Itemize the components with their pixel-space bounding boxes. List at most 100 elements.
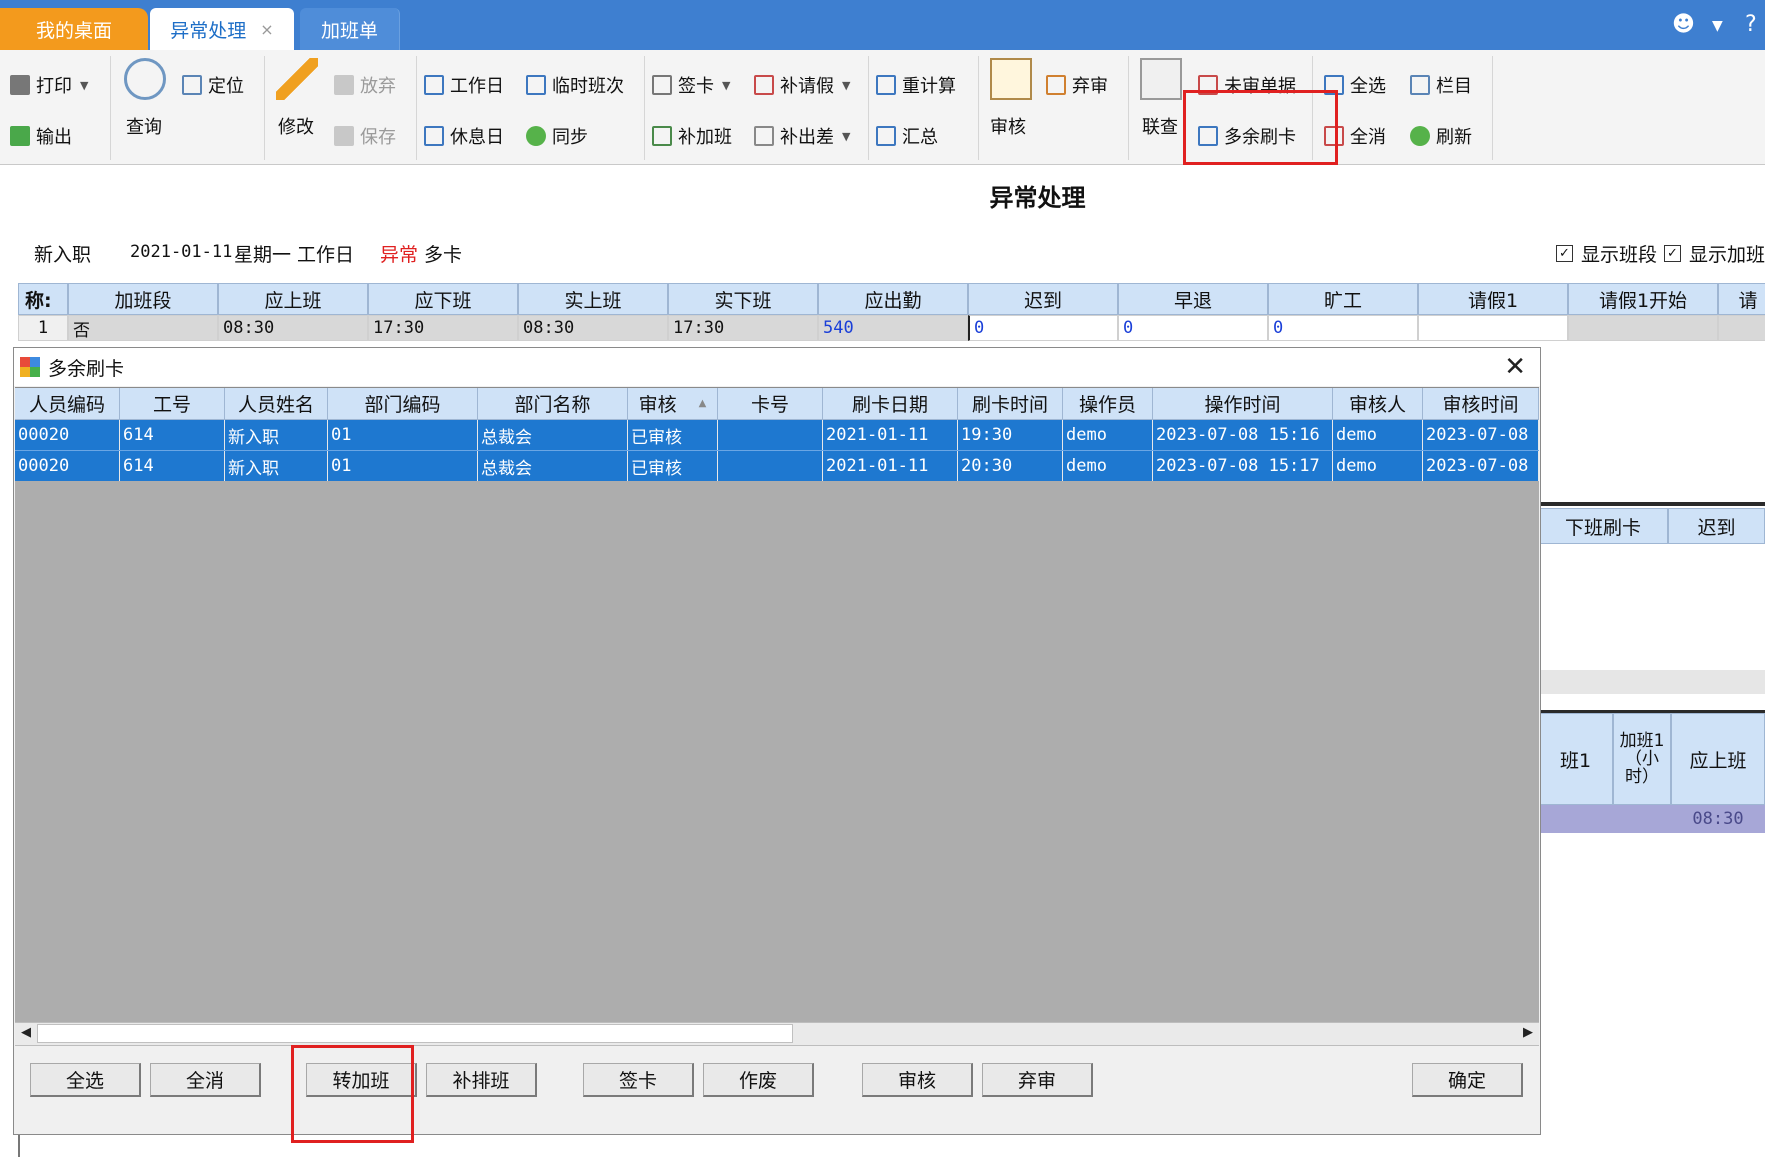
summary-button[interactable]: 汇总 <box>876 123 938 149</box>
column-header[interactable]: 卡号 <box>718 388 823 420</box>
column-header[interactable]: 刷卡时间 <box>958 388 1063 420</box>
grid-cell[interactable]: 0 <box>1268 315 1418 341</box>
column-header[interactable]: 操作时间 <box>1153 388 1333 420</box>
column-header[interactable]: 审核时间 <box>1423 388 1539 420</box>
refresh-button[interactable]: 刷新 <box>1410 123 1472 149</box>
add-trip-button[interactable]: 补出差 ▼ <box>754 123 850 149</box>
edit-button[interactable]: 修改 <box>278 113 314 139</box>
column-header[interactable]: 加班段 <box>68 283 218 315</box>
dialog-abandon-button[interactable]: 弃审 <box>982 1063 1093 1097</box>
show-overtime-checkbox[interactable]: ✓ 显示加班 <box>1664 240 1765 267</box>
sign-button[interactable]: 签卡 ▼ <box>652 72 730 98</box>
table-cell: 2023-07-08 15:1 <box>1423 420 1539 450</box>
dialog-review-button[interactable]: 审核 <box>862 1063 973 1097</box>
table-row[interactable]: 00020 614 新入职 01 总裁会 已审核 2021-01-11 20:3… <box>15 450 1539 481</box>
column-header[interactable]: 操作员 <box>1063 388 1153 420</box>
column-header[interactable]: 实下班 <box>668 283 818 315</box>
table-cell: 总裁会 <box>478 420 628 450</box>
print-button[interactable]: 打印 ▼ <box>10 72 88 98</box>
help-icon[interactable]: ? <box>1745 12 1757 37</box>
chevron-down-icon[interactable]: ▼ <box>722 79 730 92</box>
save-button[interactable]: 保存 <box>334 123 396 149</box>
table-row[interactable]: 00020 614 新入职 01 总裁会 已审核 2021-01-11 19:3… <box>15 420 1539 450</box>
horizontal-scrollbar[interactable]: ◀ ▶ <box>15 1022 1539 1046</box>
chevron-down-icon[interactable]: ▼ <box>1712 18 1723 34</box>
column-header[interactable]: 审核 ▲ <box>628 388 718 420</box>
scroll-left-icon[interactable]: ◀ <box>21 1025 31 1040</box>
column-header[interactable]: 早退 <box>1118 283 1268 315</box>
add-leave-button[interactable]: 补请假 ▼ <box>754 72 850 98</box>
dialog-select-all-button[interactable]: 全选 <box>30 1063 141 1097</box>
column-header[interactable]: 实上班 <box>518 283 668 315</box>
chevron-down-icon[interactable]: ▼ <box>842 130 850 143</box>
column-header[interactable]: 应出勤 <box>818 283 968 315</box>
query-label: 查询 <box>126 117 162 138</box>
discard-button[interactable]: 放弃 <box>334 72 396 98</box>
app-grid-icon <box>20 357 40 377</box>
review-button[interactable]: 审核 <box>990 113 1026 139</box>
scroll-right-icon[interactable]: ▶ <box>1523 1025 1533 1040</box>
add-overtime-button[interactable]: 补加班 <box>652 123 732 149</box>
grid-cell[interactable]: 0 <box>968 315 1118 341</box>
grid-cell[interactable]: 否 <box>68 315 218 341</box>
grid-cell[interactable]: 17:30 <box>668 315 818 341</box>
abandon-review-label: 弃审 <box>1072 76 1108 97</box>
tab-close-icon[interactable]: × <box>260 20 273 39</box>
grid-cell[interactable]: 17:30 <box>368 315 518 341</box>
toolbar-divider <box>978 56 979 160</box>
scrollbar-thumb[interactable] <box>37 1024 793 1043</box>
link-query-button[interactable]: 联查 <box>1142 113 1178 139</box>
smiley-icon[interactable]: ☻ <box>1672 12 1695 37</box>
columns-button[interactable]: 栏目 <box>1410 72 1472 98</box>
column-header[interactable]: 请假1 <box>1418 283 1568 315</box>
workday-button[interactable]: 工作日 <box>424 72 504 98</box>
grid-cell[interactable]: 08:30 <box>218 315 368 341</box>
show-shift-checkbox[interactable]: ✓ 显示班段 <box>1556 240 1657 267</box>
table-cell: 总裁会 <box>478 451 628 481</box>
column-header[interactable]: 人员编码 <box>15 388 120 420</box>
column-header[interactable]: 旷工 <box>1268 283 1418 315</box>
tab-abnormal[interactable]: 异常处理 × <box>150 8 294 50</box>
grid-cell[interactable]: 08:30 <box>518 315 668 341</box>
bg-column-header[interactable]: 加班1（小时） <box>1613 713 1671 805</box>
abandon-review-button[interactable]: 弃审 <box>1046 72 1108 98</box>
sync-button[interactable]: 同步 <box>526 123 588 149</box>
close-icon[interactable]: ✕ <box>1504 352 1526 382</box>
recalc-button[interactable]: 重计算 <box>876 72 956 98</box>
void-button[interactable]: 作废 <box>703 1063 814 1097</box>
grid-cell[interactable]: 0 <box>1118 315 1268 341</box>
bg-column-header[interactable]: 应上班 <box>1671 713 1765 805</box>
column-header[interactable]: 请 <box>1718 283 1765 315</box>
grid-cell[interactable]: 540 <box>818 315 968 341</box>
chevron-down-icon[interactable]: ▼ <box>842 79 850 92</box>
chevron-down-icon[interactable]: ▼ <box>80 79 88 92</box>
export-button[interactable]: 输出 <box>10 123 72 149</box>
column-header[interactable]: 部门编码 <box>328 388 478 420</box>
tab-desktop[interactable]: 我的桌面 <box>0 8 148 50</box>
column-header[interactable]: 部门名称 <box>478 388 628 420</box>
column-header[interactable]: 人员姓名 <box>225 388 328 420</box>
column-header[interactable]: 工号 <box>120 388 225 420</box>
column-header[interactable]: 刷卡日期 <box>823 388 958 420</box>
column-header[interactable]: 应上班 <box>218 283 368 315</box>
grid-cell[interactable] <box>1568 315 1718 341</box>
add-shift-button[interactable]: 补排班 <box>426 1063 537 1097</box>
review-label: 审核 <box>990 117 1026 138</box>
dialog-deselect-all-button[interactable]: 全消 <box>150 1063 261 1097</box>
tab-overtime[interactable]: 加班单 <box>300 8 400 50</box>
column-header[interactable]: 迟到 <box>968 283 1118 315</box>
column-header[interactable]: 请假1开始 <box>1568 283 1718 315</box>
temp-shift-button[interactable]: 临时班次 <box>526 72 624 98</box>
locate-button[interactable]: 定位 <box>182 72 244 98</box>
bg-column-header[interactable]: 班1 <box>1538 713 1613 805</box>
dialog-sign-button[interactable]: 签卡 <box>583 1063 694 1097</box>
grid-cell[interactable] <box>1718 315 1765 341</box>
grid-cell[interactable] <box>1418 315 1568 341</box>
bg-column-header[interactable]: 下班刷卡 <box>1538 508 1668 544</box>
restday-button[interactable]: 休息日 <box>424 123 504 149</box>
column-header[interactable]: 应下班 <box>368 283 518 315</box>
bg-column-header[interactable]: 迟到 <box>1668 508 1765 544</box>
column-header[interactable]: 审核人 <box>1333 388 1423 420</box>
ok-button[interactable]: 确定 <box>1412 1063 1523 1097</box>
query-button[interactable]: 查询 <box>126 113 162 139</box>
